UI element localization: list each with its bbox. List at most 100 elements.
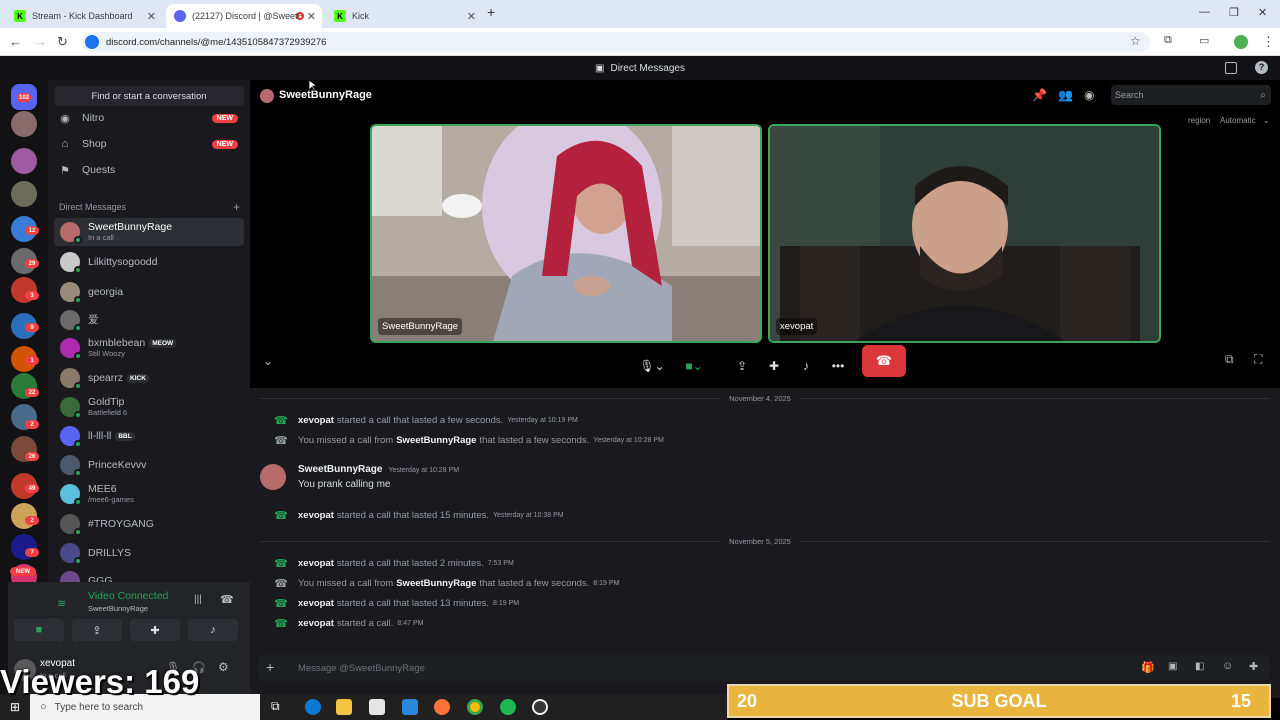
extensions-icon[interactable]: ⧉	[1164, 34, 1172, 47]
sticker-icon[interactable]: ◧	[1195, 661, 1204, 672]
close-tab-icon[interactable]: ✕	[307, 10, 316, 23]
close-window-icon[interactable]: ✕	[1258, 6, 1267, 19]
message-author[interactable]: SweetBunnyRage	[298, 464, 382, 475]
add-friends-icon[interactable]: 👥	[1058, 88, 1073, 102]
more-options[interactable]: •••	[826, 351, 850, 381]
apps-icon[interactable]: ✚	[1249, 660, 1258, 673]
mouse-cursor	[309, 80, 317, 92]
back-icon[interactable]: ←	[9, 34, 22, 49]
emoji-icon[interactable]: ☺	[1222, 660, 1233, 672]
screenshare-button[interactable]: ⇪	[72, 619, 122, 641]
dm-item[interactable]: 爱	[54, 306, 244, 334]
task-view-icon[interactable]: ⧉	[271, 699, 280, 714]
server-icon[interactable]	[11, 111, 37, 137]
message-avatar[interactable]	[260, 464, 286, 490]
message-input[interactable]: + Message @SweetBunnyRage 🎁 ▣ ◧ ☺ ✚	[258, 655, 1270, 681]
nav-shop[interactable]: ⌂ Shop NEW	[58, 133, 244, 155]
new-tab-button[interactable]: +	[487, 4, 495, 20]
soundboard-toggle[interactable]: ♪	[794, 351, 818, 381]
activities-button[interactable]: ✚	[130, 619, 180, 641]
nav-quests[interactable]: ⚑ Quests	[58, 159, 244, 181]
tab-kick[interactable]: K Kick ✕	[326, 4, 482, 28]
dm-item[interactable]: spearrz KICK	[54, 364, 244, 392]
message-user[interactable]: SweetBunnyRage	[396, 578, 476, 589]
menu-icon[interactable]: ⋮	[1262, 34, 1275, 50]
attach-plus-icon[interactable]: +	[266, 659, 274, 675]
site-info-icon[interactable]	[85, 35, 99, 49]
popout-icon[interactable]: ⧉	[1225, 352, 1234, 367]
call-log-message: ☎ xevopat started a call that lasted 13 …	[270, 596, 519, 610]
close-tab-icon[interactable]: ✕	[147, 10, 156, 23]
camera-toggle[interactable]: ■⌄	[674, 351, 714, 381]
settings-gear-icon[interactable]: ⚙	[218, 660, 229, 674]
notification-badge: 12	[25, 226, 39, 235]
mail-icon[interactable]	[402, 699, 418, 715]
message-user[interactable]: xevopat	[298, 415, 334, 426]
dm-item[interactable]: #TROYGANG	[54, 510, 244, 538]
voice-status[interactable]: Video Connected	[88, 590, 168, 602]
chrome-icon[interactable]	[467, 699, 483, 715]
taskbar-search-placeholder: Type here to search	[54, 701, 144, 713]
fullscreen-icon[interactable]: ⛶	[1254, 352, 1262, 367]
minimize-icon[interactable]: —	[1199, 6, 1210, 18]
profile-avatar[interactable]	[1234, 35, 1248, 49]
server-icon[interactable]	[11, 181, 37, 207]
media-icon[interactable]: ▭	[1199, 34, 1209, 47]
forward-icon[interactable]: →	[34, 34, 47, 49]
dm-item[interactable]: PrinceKevvv	[54, 451, 244, 479]
inbox-icon[interactable]	[1225, 62, 1237, 74]
edge-icon[interactable]	[305, 699, 321, 715]
dm-item[interactable]: bxmblebean MEOW Still Woozy	[54, 334, 244, 362]
nav-nitro[interactable]: ◉ Nitro NEW	[58, 107, 244, 129]
firefox-icon[interactable]	[434, 699, 450, 715]
dm-item[interactable]: DRILLYS	[54, 539, 244, 567]
bookmark-star-icon[interactable]: ☆	[1130, 34, 1141, 48]
search-input[interactable]: Search ⌕	[1111, 85, 1271, 105]
disconnect-icon[interactable]: ☎	[220, 593, 234, 606]
collapse-chevron-icon[interactable]: ⌄	[263, 354, 273, 368]
gif-icon[interactable]: ▣	[1168, 661, 1177, 672]
reload-icon[interactable]: ↻	[57, 34, 68, 50]
tab-discord[interactable]: (22127) Discord | @SweetB ✕	[166, 4, 322, 28]
obs-icon[interactable]	[532, 699, 548, 715]
file-explorer-icon[interactable]	[336, 699, 352, 715]
pin-icon[interactable]: 📌	[1032, 88, 1047, 102]
windows-start-icon[interactable]: ⊞	[10, 700, 20, 714]
video-tile[interactable]: SweetBunnyRage	[370, 124, 762, 343]
chevron-down-icon[interactable]: ⌄	[1263, 116, 1270, 125]
gift-icon[interactable]: 🎁	[1141, 661, 1155, 674]
spotify-icon[interactable]	[500, 699, 516, 715]
user-profile-icon[interactable]: ◉	[1084, 88, 1094, 102]
dm-item[interactable]: SweetBunnyRage In a call	[54, 218, 244, 246]
video-tile[interactable]: xevopat	[768, 124, 1161, 343]
store-icon[interactable]	[369, 699, 385, 715]
region-select[interactable]: Automatic	[1220, 116, 1256, 125]
address-bar[interactable]: discord.com/channels/@me/143510584737293…	[82, 32, 1150, 52]
dm-item[interactable]: ll-lll-ll BBL	[54, 422, 244, 450]
activity-toggle[interactable]: ✚	[762, 351, 786, 381]
close-tab-icon[interactable]: ✕	[467, 10, 476, 23]
restore-icon[interactable]: ❐	[1229, 6, 1239, 19]
message-user[interactable]: SweetBunnyRage	[396, 435, 476, 446]
message-user[interactable]: xevopat	[298, 598, 334, 609]
create-dm-icon[interactable]: +	[233, 200, 240, 214]
signal-icon[interactable]: ≋	[57, 597, 66, 610]
screenshare-toggle[interactable]: ⇪	[730, 351, 754, 381]
message-user[interactable]: xevopat	[298, 510, 334, 521]
tab-kick-dashboard[interactable]: K Stream - Kick Dashboard ✕	[6, 4, 162, 28]
help-icon[interactable]: ?	[1255, 61, 1268, 74]
noise-suppression-icon[interactable]: |||	[194, 594, 202, 605]
dm-item[interactable]: MEE6/mee6-games	[54, 480, 244, 508]
dm-item[interactable]: Lilkittysogoodd	[54, 248, 244, 276]
soundboard-button[interactable]: ♪	[188, 619, 238, 641]
mic-toggle[interactable]: 🎙⌄	[632, 351, 672, 381]
server-icon[interactable]	[11, 148, 37, 174]
message-user[interactable]: xevopat	[298, 618, 334, 629]
dm-item[interactable]: GoldTip Battlefield 6	[54, 393, 244, 421]
find-conversation-button[interactable]: Find or start a conversation	[54, 86, 244, 106]
hang-up-button[interactable]: ☎	[862, 345, 906, 377]
voice-channel[interactable]: SweetBunnyRage	[88, 604, 148, 613]
dm-item[interactable]: georgia	[54, 278, 244, 306]
camera-button[interactable]: ■	[14, 619, 64, 641]
message-user[interactable]: xevopat	[298, 558, 334, 569]
